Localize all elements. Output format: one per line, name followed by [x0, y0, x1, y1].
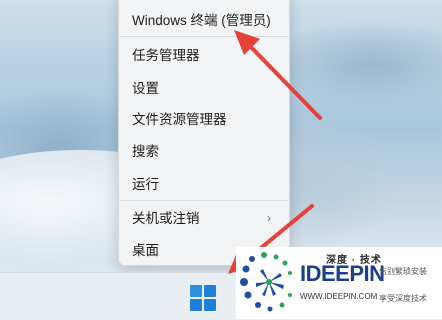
arrow-to-terminal-admin	[234, 30, 322, 120]
watermark-tagline: 享受深度技术	[379, 294, 427, 303]
ideepin-logo	[240, 252, 292, 312]
watermark-url: WWW.IDEEPIN.COM	[300, 292, 378, 301]
watermark-brand: IDEEPIN	[300, 261, 385, 286]
watermark-tagline: 告别繁琐安装	[379, 267, 427, 276]
watermark: 深度 · 技术 IDEEPIN 告别繁琐安装 WWW.IDEEPIN.COM 享…	[236, 247, 442, 319]
